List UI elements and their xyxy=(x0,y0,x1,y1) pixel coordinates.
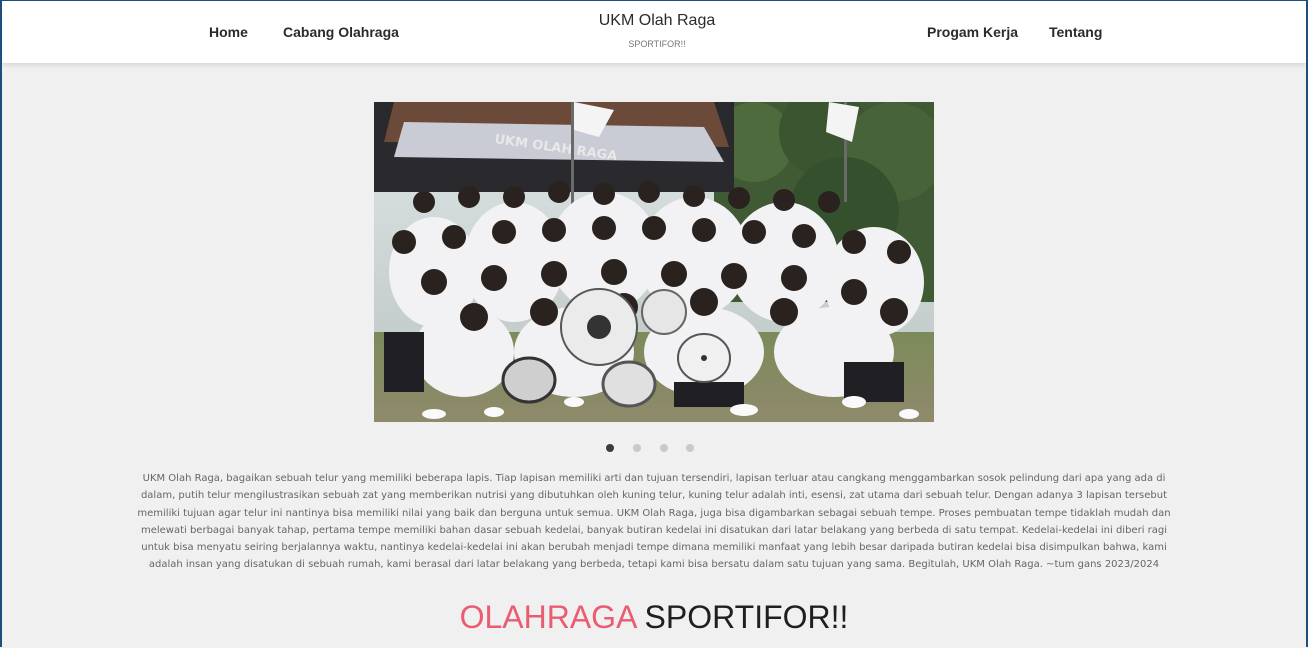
carousel-dot-2[interactable] xyxy=(633,444,641,452)
browser-page: Home Cabang Olahraga UKM Olah Raga SPORT… xyxy=(0,0,1308,647)
carousel-dot-4[interactable] xyxy=(686,444,694,452)
section-headline: OLAHRAGA SPORTIFOR!! xyxy=(2,597,1306,637)
headline-accent: OLAHRAGA xyxy=(459,599,636,635)
nav-link-progam-kerja[interactable]: Progam Kerja xyxy=(927,24,1018,40)
nav-link-tentang[interactable]: Tentang xyxy=(1049,24,1102,40)
nav-link-cabang-olahraga[interactable]: Cabang Olahraga xyxy=(283,24,399,40)
group-photo: UKM OLAH RAGA xyxy=(374,102,934,422)
headline-rest: SPORTIFOR!! xyxy=(644,599,849,635)
carousel-dot-1[interactable] xyxy=(606,444,614,452)
nav-link-home[interactable]: Home xyxy=(209,24,248,40)
brand-title: UKM Olah Raga xyxy=(598,12,716,29)
top-navbar: Home Cabang Olahraga UKM Olah Raga SPORT… xyxy=(2,1,1306,63)
about-paragraph: UKM Olah Raga, bagaikan sebuah telur yan… xyxy=(137,473,1171,571)
carousel-dot-3[interactable] xyxy=(660,444,668,452)
image-carousel[interactable]: UKM OLAH RAGA xyxy=(374,102,934,422)
brand-subtitle: SPORTIFOR!! xyxy=(628,39,686,49)
brand[interactable]: UKM Olah Raga SPORTIFOR!! xyxy=(542,12,772,49)
